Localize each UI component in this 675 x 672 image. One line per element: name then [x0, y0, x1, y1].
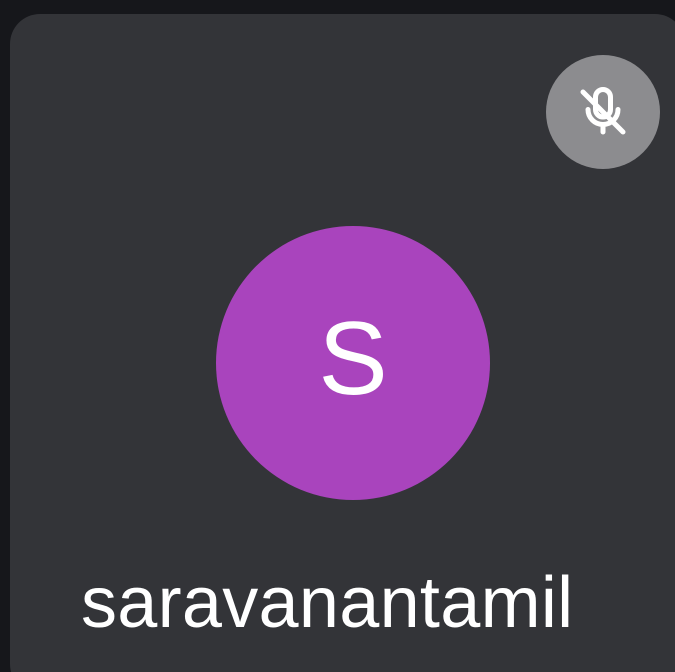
- avatar: S: [216, 226, 490, 500]
- participant-tile[interactable]: S saravanantamil: [10, 14, 675, 672]
- participant-name: saravanantamil: [81, 563, 574, 643]
- avatar-initial: S: [318, 301, 388, 417]
- microphone-off-icon: [573, 82, 633, 142]
- meeting-stage: S saravanantamil: [0, 0, 675, 672]
- mute-status-badge: [546, 55, 660, 169]
